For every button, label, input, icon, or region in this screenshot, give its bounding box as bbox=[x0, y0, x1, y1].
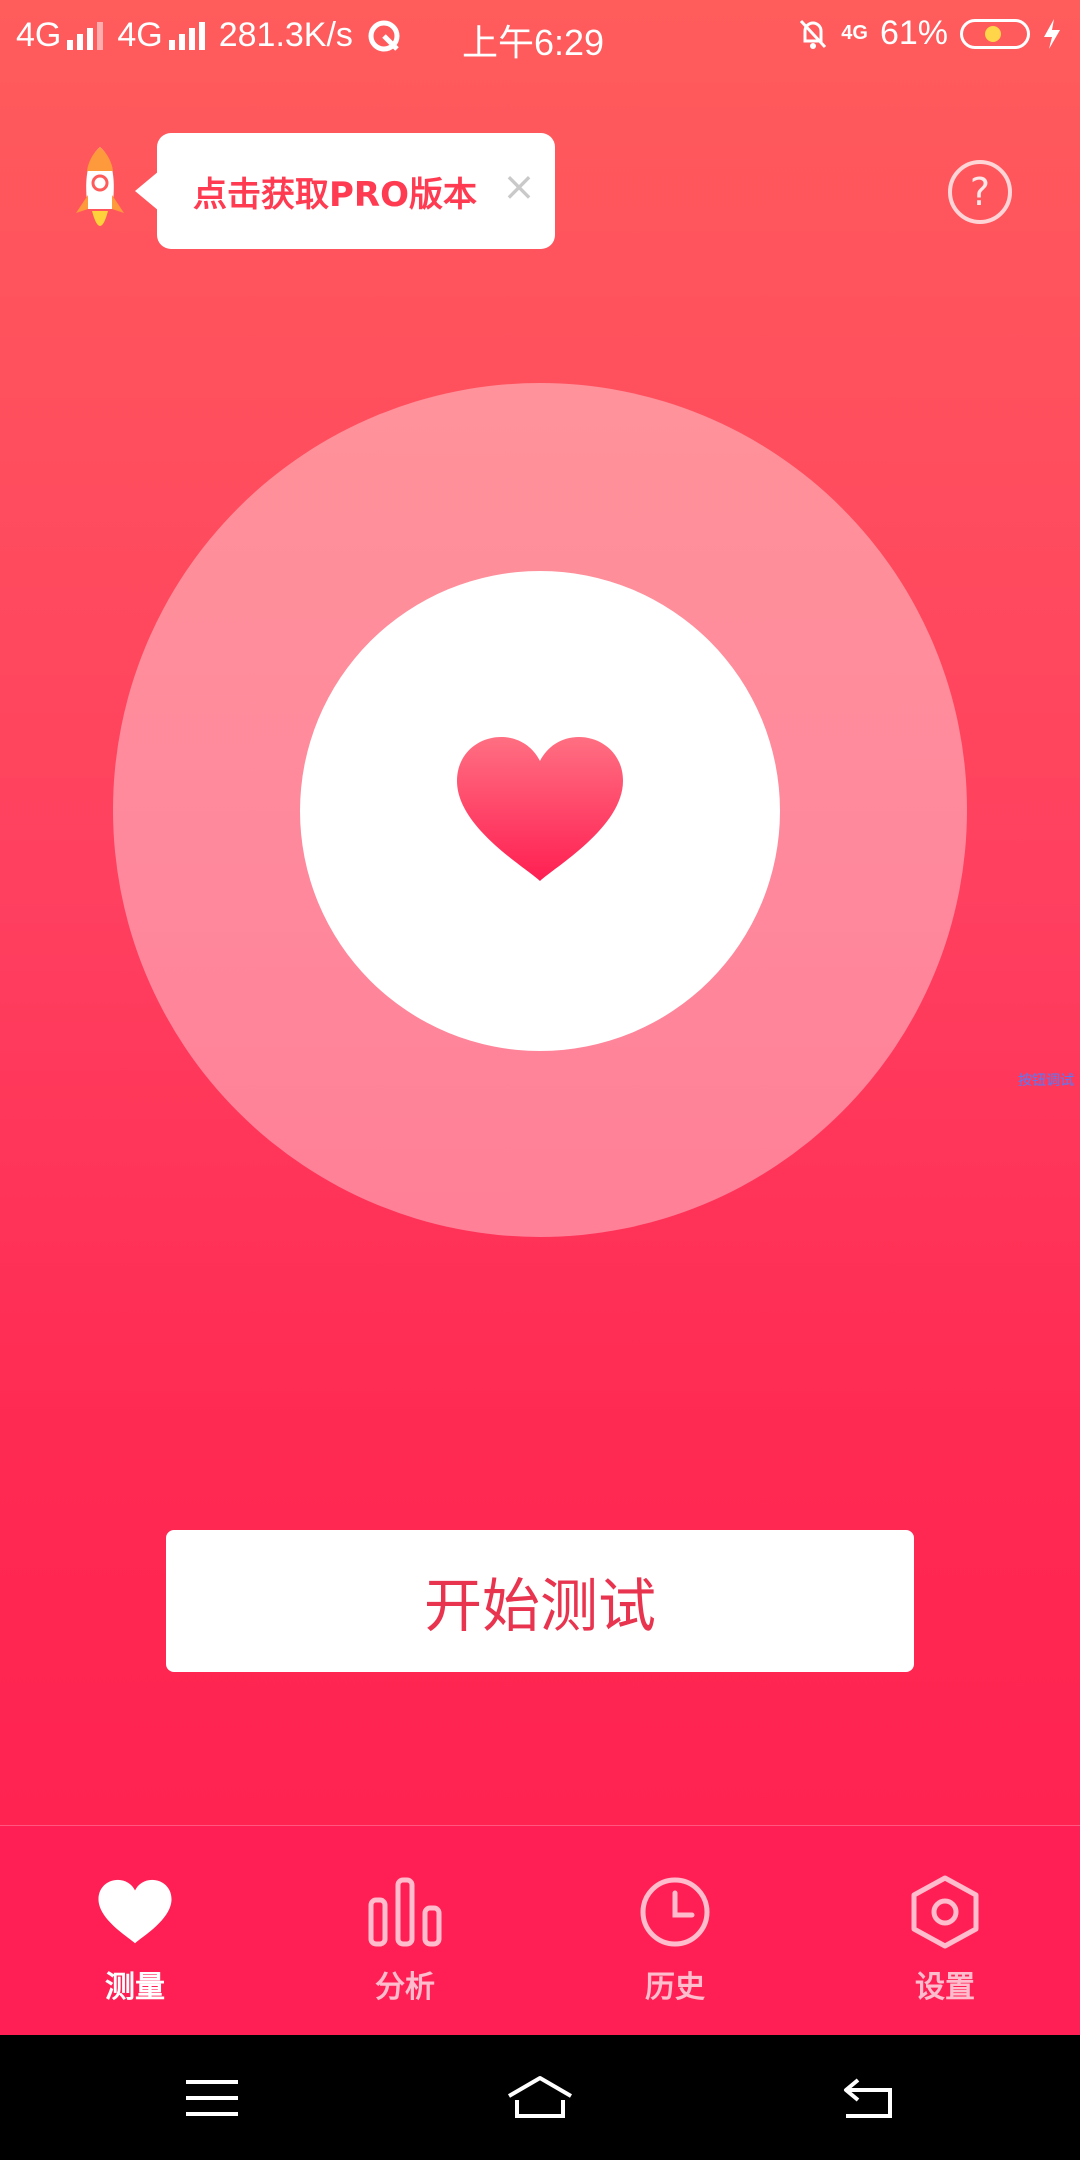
network-type-small: 4G bbox=[841, 22, 868, 44]
clock: 上午6:29 bbox=[462, 22, 605, 63]
back-icon[interactable] bbox=[838, 2070, 898, 2126]
tab-label: 测量 bbox=[105, 1970, 165, 2005]
promo-text: 点击获取PRO版本 bbox=[193, 174, 478, 215]
bell-off-icon bbox=[800, 19, 827, 49]
battery-percent: 61% bbox=[879, 14, 948, 52]
side-hint: 按钮调试 bbox=[1018, 1073, 1074, 1089]
bottom-tab-bar: 测量 分析 历史 设置 bbox=[0, 1825, 1080, 2036]
bar-chart-icon bbox=[368, 1877, 442, 1947]
home-icon[interactable] bbox=[505, 2070, 575, 2126]
status-bar: 4G 4G 281.3K/s 上午6:29 4G 61% bbox=[0, 0, 1080, 76]
tab-history[interactable]: 历史 bbox=[540, 1826, 810, 2036]
tab-settings[interactable]: 设置 bbox=[810, 1826, 1080, 2036]
heart-icon bbox=[457, 737, 623, 881]
network-speed: 281.3K/s bbox=[218, 16, 353, 54]
system-nav-bar bbox=[0, 2035, 1080, 2160]
app-screen: 4G 4G 281.3K/s 上午6:29 4G 61% 点击获取PRO版本 ×… bbox=[0, 0, 1080, 2036]
sim2-label: 4G bbox=[117, 16, 163, 54]
signal-bars-icon bbox=[168, 21, 205, 50]
signal-bars-icon bbox=[67, 21, 104, 50]
clock-icon bbox=[640, 1877, 710, 1947]
sim1-signal: 4G bbox=[16, 16, 104, 55]
rocket-icon[interactable] bbox=[70, 145, 130, 245]
tab-label: 设置 bbox=[915, 1970, 975, 2005]
start-test-button[interactable]: 开始测试 bbox=[166, 1530, 914, 1672]
sim1-label: 4G bbox=[16, 16, 62, 54]
app-notification-icon bbox=[368, 20, 400, 51]
promo-bubble[interactable]: 点击获取PRO版本 × bbox=[135, 133, 555, 249]
close-icon[interactable]: × bbox=[499, 167, 539, 207]
tab-label: 分析 bbox=[375, 1970, 435, 2005]
tab-label: 历史 bbox=[645, 1970, 705, 2005]
heart-icon bbox=[98, 1879, 172, 1944]
tab-measure[interactable]: 测量 bbox=[0, 1826, 270, 2036]
sim2-signal: 4G bbox=[117, 16, 205, 55]
help-button[interactable]: ? bbox=[948, 160, 1012, 224]
battery-icon bbox=[960, 18, 1030, 49]
menu-icon[interactable] bbox=[182, 2070, 242, 2126]
charging-icon bbox=[1044, 18, 1060, 49]
hexagon-settings-icon bbox=[911, 1875, 979, 1949]
tab-analysis[interactable]: 分析 bbox=[270, 1826, 540, 2036]
